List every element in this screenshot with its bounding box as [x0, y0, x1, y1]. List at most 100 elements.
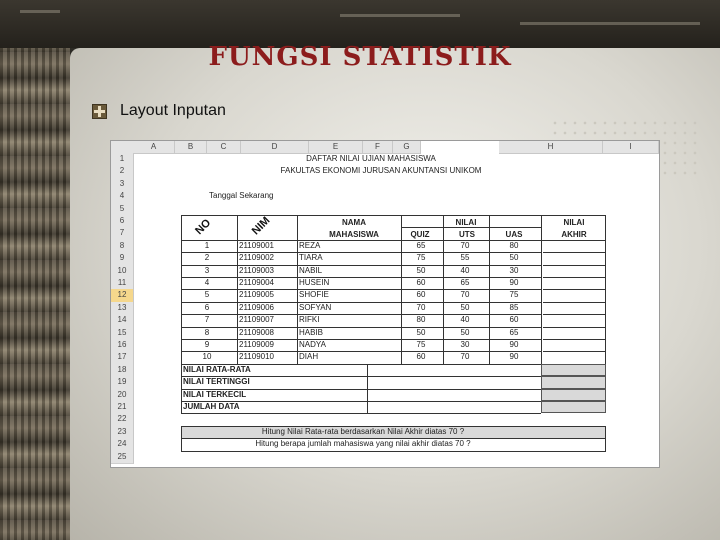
- row-header[interactable]: 22: [111, 413, 134, 427]
- column-header[interactable]: C: [207, 141, 241, 154]
- row-border: [181, 252, 541, 254]
- row-border: [543, 351, 605, 353]
- table-border: [181, 363, 182, 414]
- table-border: [181, 425, 606, 427]
- column-header[interactable]: H: [499, 141, 603, 154]
- cell-nama: HABIB: [299, 327, 324, 337]
- cell-uas: 50: [509, 253, 519, 263]
- column-header[interactable]: B: [175, 141, 207, 154]
- row-border: [543, 277, 605, 278]
- cell-no: 4: [204, 278, 210, 287]
- cell-quiz: 75: [416, 340, 426, 349]
- row-header[interactable]: 8: [111, 239, 134, 254]
- cell-uts: 50: [460, 327, 470, 337]
- row-header[interactable]: 7: [111, 227, 134, 241]
- table-border: [605, 425, 606, 451]
- row-header[interactable]: 21: [111, 401, 134, 415]
- row-header[interactable]: 23: [111, 425, 134, 440]
- row-header[interactable]: 25: [111, 450, 134, 464]
- summary-label: NILAI RATA-RATA: [183, 364, 251, 374]
- row-header[interactable]: 6: [111, 215, 134, 229]
- cell-uts: 70: [460, 290, 470, 300]
- column-header[interactable]: I: [603, 141, 659, 154]
- cell-nim: 21109003: [239, 265, 274, 275]
- left-decorative-strip: [0, 0, 70, 540]
- row-header[interactable]: 1: [111, 153, 134, 167]
- table-border: [541, 239, 606, 241]
- row-header[interactable]: 24: [111, 438, 134, 452]
- bullet-item: Layout Inputan: [92, 102, 226, 120]
- table-border: [489, 215, 490, 364]
- row-header[interactable]: 11: [111, 277, 134, 291]
- row-header[interactable]: 14: [111, 314, 134, 328]
- cell-uts: 55: [460, 253, 470, 263]
- cell-quiz: 80: [416, 315, 426, 325]
- row-border: [543, 326, 605, 328]
- row-header[interactable]: 12: [111, 289, 134, 303]
- table-border: [181, 239, 541, 241]
- row-header[interactable]: 15: [111, 326, 134, 340]
- question-1: Hitung Nilai Rata-rata berdasarkan Nilai…: [261, 426, 465, 436]
- cell-nim: 21109009: [239, 340, 274, 349]
- table-border: [605, 215, 606, 364]
- cell-nim: 21109005: [239, 290, 274, 300]
- cell-no: 2: [204, 253, 210, 263]
- cell-no: 1: [204, 240, 210, 250]
- row-header[interactable]: 4: [111, 190, 134, 204]
- row-border: [181, 301, 541, 303]
- table-border: [367, 363, 368, 414]
- slide-title: FUNGSI STATISTIK: [208, 42, 512, 72]
- row-border: [543, 301, 605, 303]
- row-header[interactable]: 13: [111, 301, 134, 316]
- header-no: NO: [193, 216, 214, 238]
- row-header[interactable]: 9: [111, 252, 134, 266]
- table-border: [541, 215, 542, 364]
- summary-label: JUMLAH DATA: [183, 402, 240, 411]
- cell-nim: 21109004: [239, 278, 274, 287]
- cell-nama: SHOFIE: [299, 290, 329, 300]
- row-header[interactable]: 17: [111, 351, 134, 365]
- cell-nama: DIAH: [299, 352, 319, 362]
- cell-uas: 30: [509, 265, 519, 275]
- row-header[interactable]: 3: [111, 177, 134, 192]
- row-border: [543, 289, 605, 291]
- table-border: [237, 215, 238, 364]
- cell-no: 3: [204, 265, 210, 275]
- row-border: [181, 339, 541, 340]
- question-2: Hitung berapa jumlah mahasiswa yang nila…: [255, 439, 471, 449]
- row-border: [181, 314, 541, 316]
- row-header[interactable]: 19: [111, 376, 134, 390]
- row-border: [181, 277, 541, 278]
- cell-uts: 50: [460, 302, 470, 312]
- row-border: [543, 252, 605, 254]
- decor-line: [340, 14, 460, 17]
- table-border: [181, 438, 606, 440]
- row-header[interactable]: 20: [111, 388, 134, 402]
- cell-nim: 21109001: [239, 240, 274, 250]
- cell-uas: 75: [509, 290, 519, 300]
- row-header[interactable]: 18: [111, 363, 134, 378]
- summary-label: NILAI TERTINGGI: [183, 377, 250, 387]
- row-header[interactable]: 5: [111, 202, 134, 216]
- column-header[interactable]: A: [133, 141, 175, 154]
- cell-uts: 40: [460, 265, 470, 275]
- row-border: [181, 351, 541, 353]
- row-border: [543, 314, 605, 316]
- row-header[interactable]: 10: [111, 264, 134, 278]
- summary-result: [541, 401, 606, 414]
- sheet-subtitle: FAKULTAS EKONOMI JURUSAN AKUNTANSI UNIKO…: [280, 166, 482, 176]
- cell-quiz: 65: [416, 240, 426, 250]
- cell-no: 7: [204, 315, 210, 325]
- row-border: [543, 264, 605, 266]
- tanggal-label: Tanggal Sekarang: [209, 191, 274, 201]
- cell-uts: 40: [460, 315, 470, 325]
- summary-result: [541, 376, 606, 389]
- cell-nim: 21109002: [239, 253, 274, 263]
- cell-uts: 30: [460, 340, 470, 349]
- cell-nama: HUSEIN: [299, 278, 330, 287]
- row-header[interactable]: 2: [111, 165, 134, 179]
- cell-nim: 21109006: [239, 302, 274, 312]
- row-header[interactable]: 16: [111, 339, 134, 353]
- cell-nama: NADYA: [299, 340, 326, 349]
- bullet-icon: [92, 103, 107, 119]
